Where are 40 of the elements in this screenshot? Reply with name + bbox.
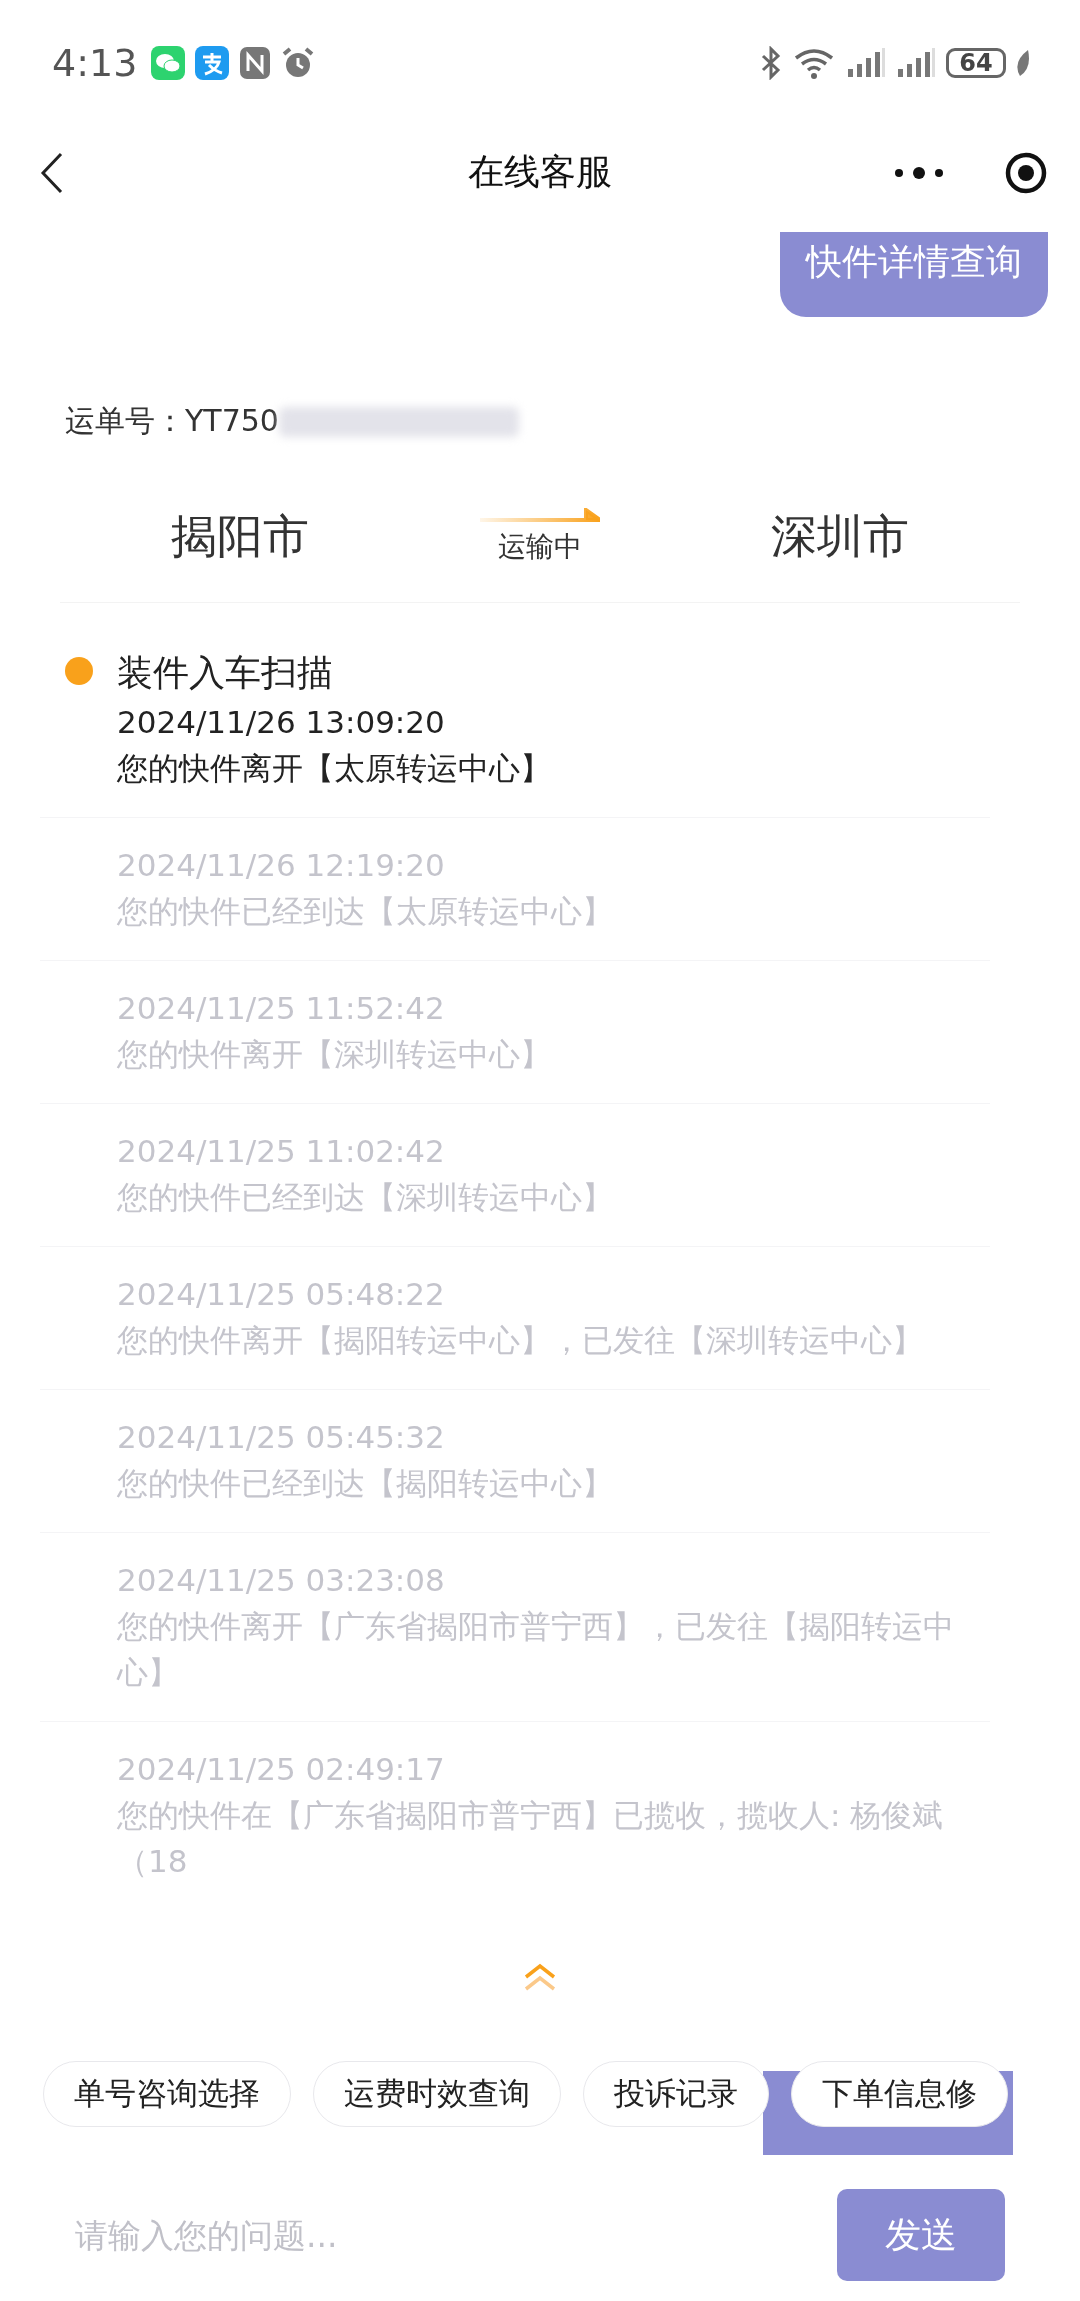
page-title: 在线客服 — [468, 150, 612, 194]
event-time: 2024/11/26 12:19:20 — [117, 846, 446, 885]
event-text: 您的快件离开【广东省揭阳市普宁西】，已发往【揭阳转运中心】 — [117, 1607, 955, 1692]
event-time: 2024/11/25 11:02:42 — [117, 1132, 446, 1171]
event-text: 您的快件在【广东省揭阳市普宁西】已揽收，揽收人: 杨俊斌（18 — [117, 1796, 945, 1881]
destination-city: 深圳市 — [771, 508, 909, 565]
battery-level: 64 — [946, 47, 1006, 78]
event-time: 2024/11/25 05:48:22 — [117, 1275, 446, 1314]
waybill-number: 运单号：YT750 — [65, 402, 279, 440]
payment-app-icon — [195, 45, 230, 80]
event-title: 装件入车扫描 — [117, 651, 334, 695]
event-text: 您的快件已经到达【太原转运中心】 — [117, 892, 613, 931]
transit-status: 运输中 — [498, 529, 582, 565]
quick-reply-chip[interactable]: 下单信息修 — [791, 2061, 1008, 2127]
alarm-icon — [281, 45, 316, 80]
event-text: 您的快件离开【深圳转运中心】 — [117, 1035, 551, 1074]
event-time: 2024/11/26 13:09:20 — [117, 703, 446, 742]
event-text: 您的快件已经到达【揭阳转运中心】 — [117, 1464, 613, 1503]
event-text: 您的快件离开【揭阳转运中心】，已发往【深圳转运中心】 — [117, 1321, 923, 1360]
origin-city: 揭阳市 — [171, 508, 309, 565]
leaf-icon — [1016, 47, 1032, 78]
event-time: 2024/11/25 05:45:32 — [117, 1418, 446, 1457]
more-icon[interactable] — [894, 165, 944, 180]
signal-icon — [896, 46, 936, 79]
event-time: 2024/11/25 11:52:42 — [117, 989, 446, 1028]
quick-reply-chip[interactable]: 运费时效查询 — [313, 2061, 561, 2127]
bluetooth-icon — [760, 45, 782, 80]
event-time: 2024/11/25 03:23:08 — [117, 1561, 446, 1600]
event-text: 您的快件离开【太原转运中心】 — [117, 749, 551, 788]
chat-app-icon — [151, 45, 186, 80]
status-time: 4:13 — [52, 40, 138, 85]
event-text: 您的快件已经到达【深圳转运中心】 — [117, 1178, 613, 1217]
quick-reply-chip[interactable]: 单号咨询选择 — [43, 2061, 291, 2127]
close-target-icon[interactable] — [1004, 150, 1048, 195]
nfc-icon — [239, 45, 272, 80]
event-time: 2024/11/25 02:49:17 — [117, 1750, 446, 1789]
back-icon[interactable] — [40, 151, 64, 194]
quick-reply-chip[interactable]: 投诉记录 — [583, 2061, 769, 2127]
chat-bubble: 快件详情查询 — [780, 232, 1048, 317]
signal-icon — [846, 46, 886, 79]
